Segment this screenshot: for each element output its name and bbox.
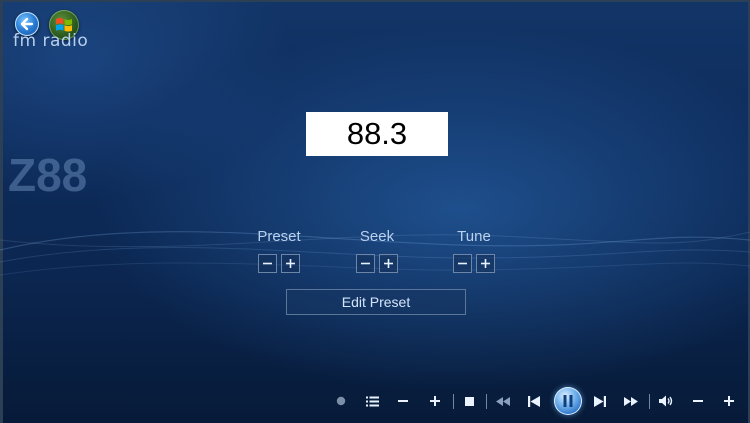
tune-plus-button[interactable]: [476, 254, 495, 273]
app-title: fm radio: [13, 31, 89, 51]
fm-radio-window: fm radio Z88 88.3 Preset Seek Tune Edit …: [0, 0, 750, 423]
playlist-button[interactable]: [363, 382, 381, 420]
channel-down-button[interactable]: [395, 382, 411, 420]
record-dot-icon: [336, 396, 346, 406]
tune-control: Tune: [449, 228, 499, 273]
plus-icon: [286, 259, 295, 268]
plus-icon: [384, 259, 393, 268]
minus-icon: [693, 400, 703, 402]
list-icon: [365, 396, 379, 406]
minus-icon: [263, 262, 272, 265]
preset-control: Preset: [254, 228, 304, 273]
play-pause-button[interactable]: [553, 382, 583, 420]
plus-icon: [481, 259, 490, 268]
tune-label: Tune: [457, 228, 491, 245]
minus-icon: [458, 262, 467, 265]
preset-minus-button[interactable]: [258, 254, 277, 273]
preset-label: Preset: [257, 228, 301, 245]
minus-icon: [361, 262, 370, 265]
stop-icon: [464, 396, 474, 406]
plus-icon: [724, 396, 734, 406]
tune-minus-button[interactable]: [453, 254, 472, 273]
plus-icon: [430, 396, 440, 406]
frequency-value: 88.3: [346, 116, 408, 151]
seek-control: Seek: [352, 228, 402, 273]
play-pause-orb: [554, 387, 582, 415]
edit-preset-button[interactable]: Edit Preset: [286, 289, 466, 315]
station-name: Z88: [8, 149, 88, 201]
volume-up-button[interactable]: [721, 382, 737, 420]
transport-bar: [0, 382, 750, 420]
stop-button[interactable]: [461, 382, 477, 420]
rewind-icon: [496, 396, 510, 406]
seek-minus-button[interactable]: [356, 254, 375, 273]
fast-forward-icon: [624, 396, 638, 406]
speaker-icon: [658, 395, 672, 407]
mute-button[interactable]: [656, 382, 676, 420]
window-border-top: [0, 0, 750, 2]
volume-down-button[interactable]: [690, 382, 706, 420]
previous-button[interactable]: [525, 382, 543, 420]
fast-forward-button[interactable]: [622, 382, 640, 420]
skip-previous-icon: [528, 395, 540, 407]
seek-label: Seek: [359, 228, 395, 245]
window-border-left: [0, 0, 3, 423]
channel-up-button[interactable]: [427, 382, 443, 420]
rewind-button[interactable]: [494, 382, 512, 420]
seek-plus-button[interactable]: [379, 254, 398, 273]
back-arrow-icon: [20, 17, 34, 31]
minus-icon: [398, 400, 408, 402]
separator: [486, 394, 487, 409]
pause-icon: [563, 395, 573, 407]
next-button[interactable]: [591, 382, 609, 420]
separator: [453, 394, 454, 409]
frequency-display: 88.3: [306, 112, 448, 156]
separator: [649, 394, 650, 409]
preset-plus-button[interactable]: [281, 254, 300, 273]
skip-next-icon: [594, 395, 606, 407]
background-waves: [0, 231, 750, 276]
record-button[interactable]: [333, 382, 349, 420]
